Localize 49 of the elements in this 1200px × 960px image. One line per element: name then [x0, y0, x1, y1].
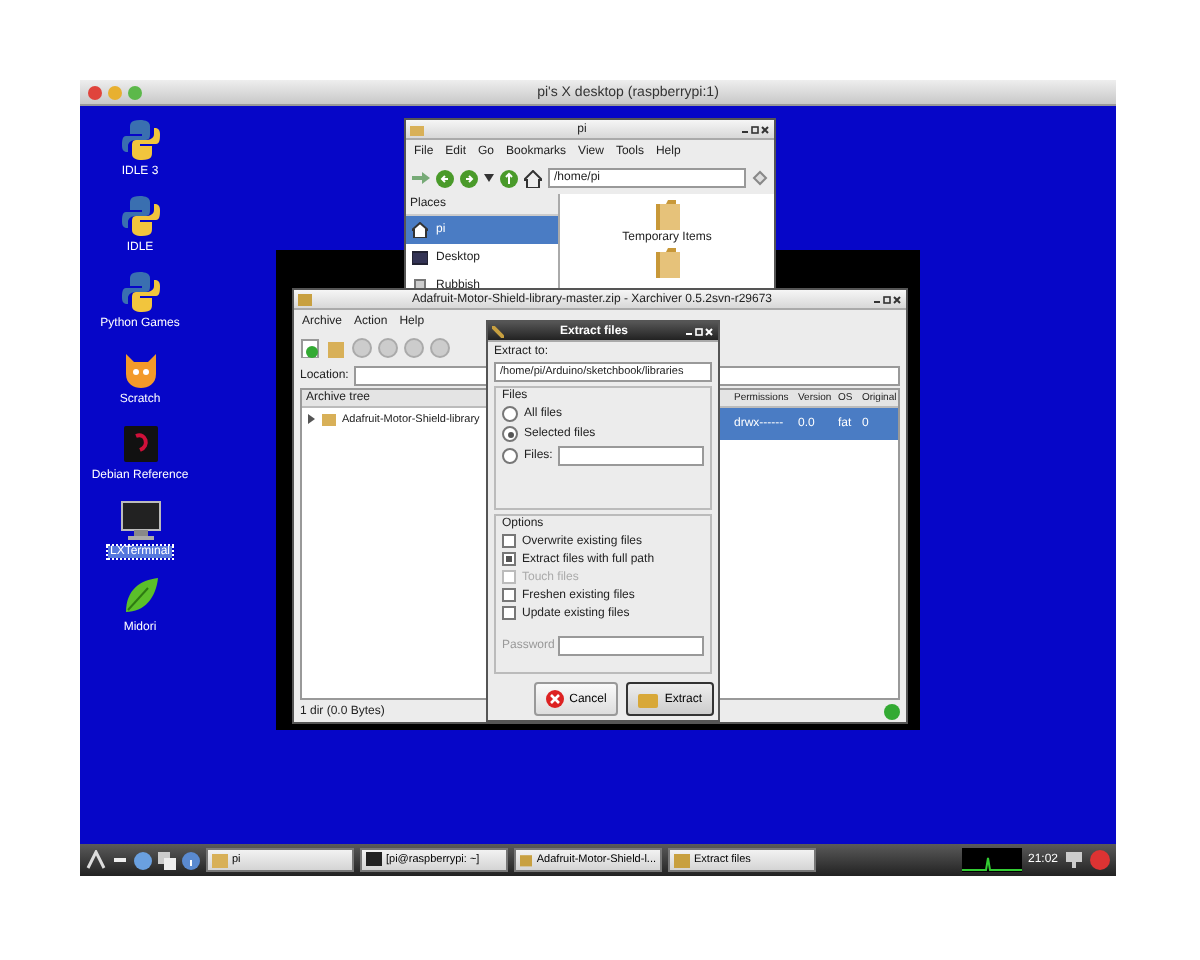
- monitor-icon: [366, 852, 382, 868]
- cpu-graph-icon: [961, 848, 1022, 872]
- folder-icon[interactable]: [653, 198, 681, 230]
- close-button[interactable]: [88, 85, 102, 99]
- new-archive-icon[interactable]: [300, 338, 320, 358]
- expander-icon[interactable]: [306, 414, 316, 424]
- archive-icon: [638, 691, 659, 707]
- files-field[interactable]: [558, 446, 704, 466]
- bookmark-icon[interactable]: [752, 170, 768, 186]
- forward-icon[interactable]: [460, 169, 478, 187]
- arrow-icon[interactable]: [412, 170, 430, 186]
- checkbox[interactable]: [502, 534, 516, 548]
- archive-icon: [520, 852, 533, 868]
- home-icon[interactable]: [524, 169, 542, 187]
- password-field[interactable]: [558, 636, 704, 656]
- menu-icon[interactable]: [86, 850, 106, 870]
- window-controls-icon[interactable]: [684, 325, 714, 337]
- home-icon: [412, 222, 428, 238]
- app-icon: [298, 293, 312, 305]
- checkbox[interactable]: [502, 588, 516, 602]
- desktop-icon: [412, 250, 428, 266]
- app-icon: [492, 325, 504, 337]
- folder-icon: [212, 852, 228, 868]
- radio-button[interactable]: [502, 448, 518, 464]
- info-icon[interactable]: [182, 851, 200, 869]
- window-controls-icon[interactable]: [872, 293, 902, 305]
- up-icon[interactable]: [500, 169, 518, 187]
- folder-icon: [410, 123, 424, 135]
- folder-icon[interactable]: [653, 246, 681, 278]
- status-icon: [884, 703, 900, 719]
- globe-icon[interactable]: [134, 851, 152, 869]
- caret-icon[interactable]: [484, 174, 494, 182]
- radio-button[interactable]: [502, 406, 518, 422]
- cancel-icon: [545, 690, 564, 708]
- folder-icon: [322, 412, 336, 426]
- radio-button[interactable]: [502, 426, 518, 442]
- checkbox[interactable]: [502, 606, 516, 620]
- book-icon[interactable]: [119, 422, 161, 466]
- minimize-icon[interactable]: [112, 852, 128, 868]
- python-logo-icon[interactable]: [119, 194, 161, 238]
- python-logo-icon[interactable]: [119, 118, 161, 162]
- windows-icon[interactable]: [158, 851, 176, 869]
- checkbox[interactable]: [502, 552, 516, 566]
- monitor-icon[interactable]: [119, 498, 161, 542]
- python-logo-icon[interactable]: [119, 270, 161, 314]
- archive-icon: [674, 852, 690, 868]
- network-icon[interactable]: [1064, 850, 1084, 870]
- back-icon[interactable]: [436, 169, 454, 187]
- window-controls-icon[interactable]: [740, 123, 770, 135]
